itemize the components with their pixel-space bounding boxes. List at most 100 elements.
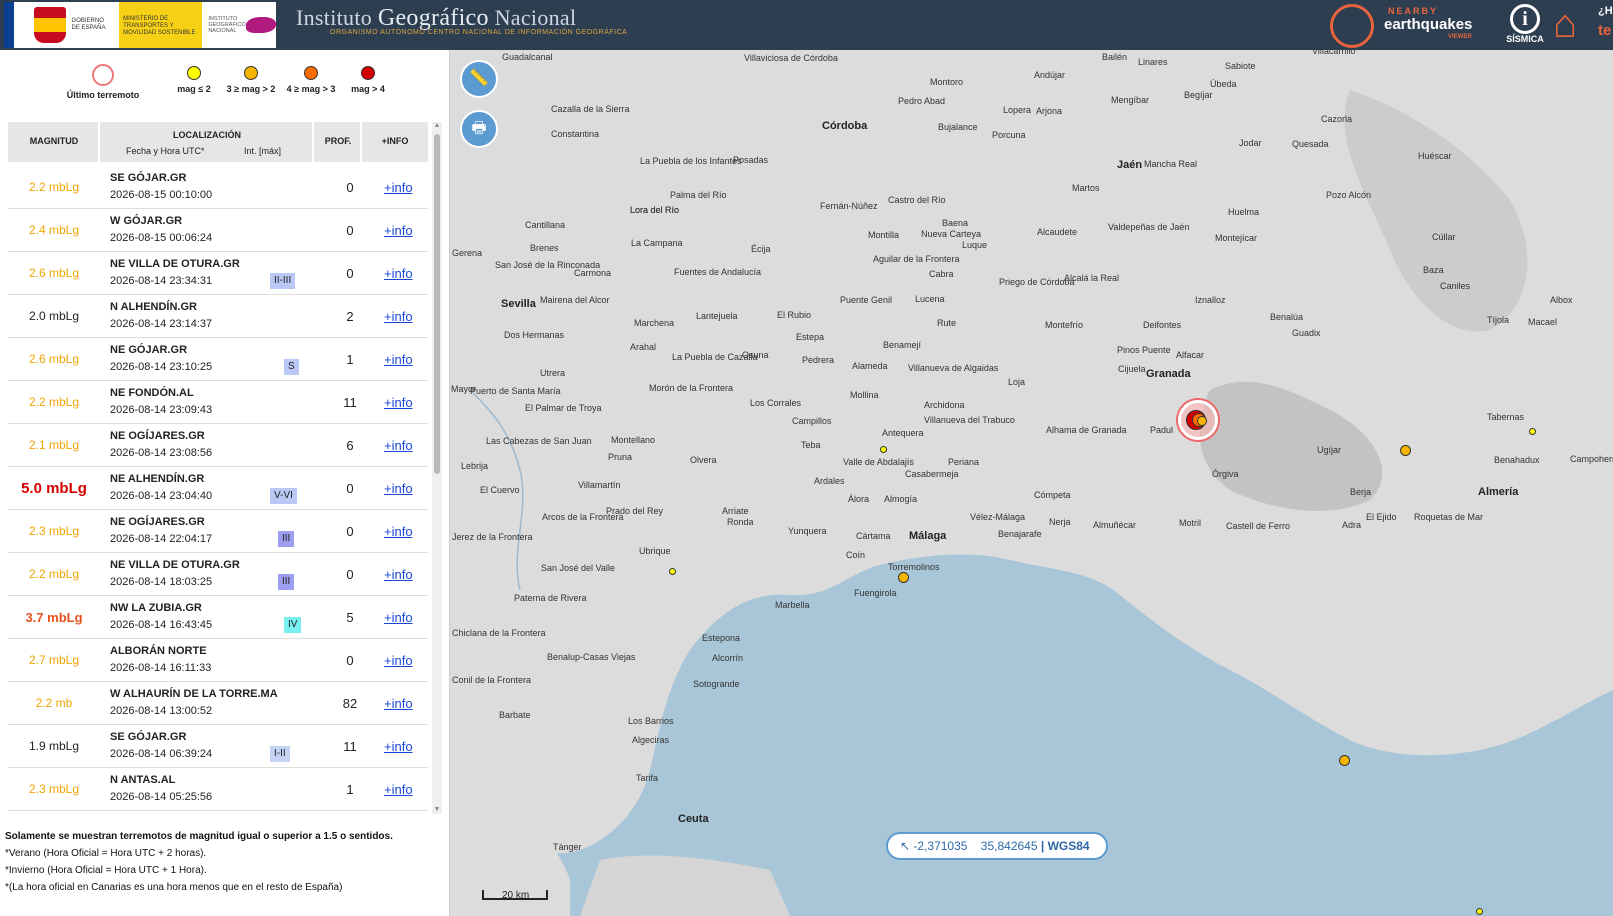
table-row[interactable]: 2.3 mbLg NE OGÍJARES.GR 2026-08-14 22:04… [8,510,428,553]
place-label: Benalúa [1270,312,1304,322]
info-label: SÍSMICA [1506,34,1544,44]
row-magnitude: 2.4 mbLg [28,223,80,237]
place-label: Arcos de la Frontera [542,512,624,522]
spain-coat-of-arms-icon [33,7,66,43]
table-row[interactable]: 3.7 mbLg NW LA ZUBIA.GR 2026-08-14 16:43… [8,596,428,639]
table-row[interactable]: 2.7 mbLg ALBORÁN NORTE 2026-08-14 16:11:… [8,639,428,682]
row-more-info-link[interactable]: +info [384,467,413,510]
row-more-info-link[interactable]: +info [384,596,413,639]
row-more-info-link[interactable]: +info [384,381,413,424]
row-location: NE OGÍJARES.GR [110,516,205,528]
place-label: Los Corrales [750,398,802,408]
place-label: Campillos [792,416,832,426]
row-more-info-link[interactable]: +info [384,209,413,252]
place-label: El Cuervo [480,485,520,495]
table-row[interactable]: 2.2 mbLg NE VILLA DE OTURA.GR 2026-08-14… [8,553,428,596]
place-label: Campohermoso [1570,454,1613,464]
table-row[interactable]: 1.9 mbLg SE GÓJAR.GR 2026-08-14 06:39:24… [8,725,428,768]
scroll-up-icon[interactable]: ▲ [433,122,441,130]
scroll-thumb[interactable] [434,134,440,474]
place-label: Baza [1423,265,1444,275]
place-label: Córdoba [822,120,868,132]
row-more-info-link[interactable]: +info [384,725,413,768]
quake-marker[interactable] [880,446,887,453]
table-row[interactable]: 2.1 mbLg NE OGÍJARES.GR 2026-08-14 23:08… [8,424,428,467]
row-datetime: 2026-08-14 23:14:37 [110,318,213,330]
col-loc-header[interactable]: LOCALIZACIÓN Fecha y Hora UTC* Int. [máx… [100,122,314,162]
legend-item: mag > 4 [340,66,396,94]
list-scrollbar[interactable]: ▲ ▼ [432,122,442,814]
row-magnitude: 2.0 mbLg [28,309,80,323]
row-more-info-link[interactable]: +info [384,166,413,209]
place-label: Tabernas [1487,412,1525,422]
table-row[interactable]: 2.2 mbLg SE GÓJAR.GR 2026-08-15 00:10:00… [8,166,428,209]
table-row[interactable]: 2.3 mbLg N ANTAS.AL 2026-08-14 05:25:56 … [8,768,428,811]
earthquake-list[interactable]: 2.2 mbLg SE GÓJAR.GR 2026-08-15 00:10:00… [8,166,428,866]
row-more-info-link[interactable]: +info [384,682,413,725]
row-more-info-link[interactable]: +info [384,338,413,381]
quake-marker[interactable] [898,572,909,583]
row-magnitude: 2.2 mbLg [28,395,80,409]
quake-marker[interactable] [1400,445,1411,456]
felt-big-text: te [1598,22,1612,39]
quake-marker[interactable] [669,568,676,575]
row-more-info-link[interactable]: +info [384,295,413,338]
place-label: Fuengirola [854,588,897,598]
place-label: Osuna [742,350,769,360]
row-more-info-link[interactable]: +info [384,252,413,295]
scroll-down-icon[interactable]: ▼ [433,806,441,814]
row-more-info-link[interactable]: +info [384,424,413,467]
row-more-info-link[interactable]: +info [384,553,413,596]
place-label: Valdepeñas de Jaén [1108,222,1190,232]
gov-text: GOBIERNO DE ESPAÑA [71,18,106,31]
nearby-big-text: earthquakes [1384,16,1473,33]
quake-marker[interactable] [1476,908,1483,915]
row-intensity-badge: IV [284,617,302,633]
place-label: Cijuela [1118,364,1146,374]
legend-label: 3 ≥ mag > 2 [226,84,276,94]
row-more-info-link[interactable]: +info [384,768,413,811]
place-label: Palma del Río [670,190,727,200]
row-location: ALBORÁN NORTE [110,645,207,657]
table-row[interactable]: 2.0 mbLg N ALHENDÍN.GR 2026-08-14 23:14:… [8,295,428,338]
row-depth: 11 [343,395,357,410]
place-label: Padul [1150,425,1174,435]
place-label: Benajarafe [998,529,1042,539]
table-row[interactable]: 2.6 mbLg NE GÓJAR.GR 2026-08-14 23:10:25… [8,338,428,381]
ign-title[interactable]: Instituto Geográfico Nacional [296,5,576,32]
seismic-info-button[interactable]: i SÍSMICA [1505,4,1545,48]
coord-sys-label: WGS84 [1047,839,1090,853]
row-more-info-link[interactable]: +info [384,510,413,553]
measure-button[interactable]: 📏 [460,60,498,98]
place-label: El Ejido [1366,512,1397,522]
government-logo[interactable]: GOBIERNO DE ESPAÑA MINISTERIO DE TRANSPO… [4,2,276,48]
row-location: W ALHAURÍN DE LA TORRE.MA [110,688,278,700]
quake-marker[interactable] [1197,416,1207,426]
legend-item: mag ≤ 2 [166,66,222,94]
note-canarias: *(La hora oficial en Canarias es una hor… [5,882,343,893]
table-row[interactable]: 2.2 mb W ALHAURÍN DE LA TORRE.MA 2026-08… [8,682,428,725]
table-row[interactable]: 2.4 mbLg W GÓJAR.GR 2026-08-15 00:06:24 … [8,209,428,252]
quake-marker[interactable] [1339,755,1350,766]
place-label: Arjona [1036,106,1063,116]
place-label: Ubrique [639,546,671,556]
place-label: Bailén [1102,52,1128,62]
table-row[interactable]: 2.2 mbLg NE FONDÓN.AL 2026-08-14 23:09:4… [8,381,428,424]
place-label: Jodar [1239,138,1262,148]
row-more-info-link[interactable]: +info [384,639,413,682]
place-label: Albox [1550,295,1573,305]
legend-label: mag ≤ 2 [177,84,211,94]
print-button[interactable]: 🖶 [460,110,498,148]
table-row[interactable]: 5.0 mbLg NE ALHENDÍN.GR 2026-08-14 23:04… [8,467,428,510]
map-view[interactable]: 📏 🖶 Guadalcanal Villaviciosa de Córdoba Mo… [450,50,1613,916]
place-label: Chiclana de la Frontera [452,628,546,638]
nearby-earthquakes-link[interactable]: NEARBY earthquakes VIEWER [1330,2,1490,48]
quake-marker[interactable] [1529,428,1536,435]
mag-dot-icon [304,66,318,80]
place-label: Tíjola [1487,315,1510,325]
row-magnitude: 2.3 mbLg [28,782,80,796]
table-row[interactable]: 2.6 mbLg NE VILLA DE OTURA.GR 2026-08-14… [8,252,428,295]
col-mag-header[interactable]: MAGNITUD [8,122,100,162]
place-label: Carmona [574,268,612,278]
col-prof-header[interactable]: PROF. [314,122,362,162]
